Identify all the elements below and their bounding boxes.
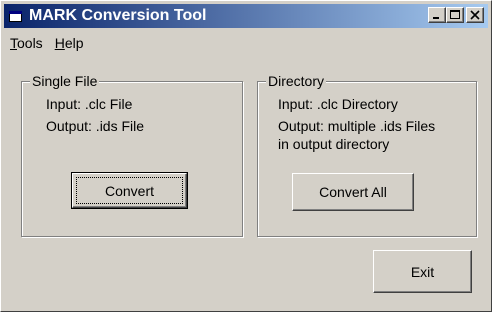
convert-all-button[interactable]: Convert All (292, 173, 414, 211)
exit-button[interactable]: Exit (373, 250, 472, 293)
directory-legend: Directory (266, 73, 327, 89)
menu-bar: Tools Help (4, 32, 90, 54)
directory-output-label-1: Output: multiple .ids Files (278, 118, 436, 134)
maximize-button[interactable] (446, 7, 464, 23)
convert-all-button-label: Convert All (319, 184, 387, 200)
directory-input-label: Input: .clc Directory (278, 96, 398, 112)
close-button[interactable] (466, 7, 484, 23)
app-window: MARK Conversion Tool Tools Help Single F… (0, 0, 492, 312)
minimize-button[interactable] (428, 7, 446, 23)
title-bar[interactable]: MARK Conversion Tool (4, 4, 488, 28)
menu-tools[interactable]: Tools (4, 35, 49, 51)
single-file-legend: Single File (30, 73, 100, 89)
menu-help[interactable]: Help (49, 35, 90, 51)
directory-output-label-2: in output directory (278, 136, 390, 152)
window-title: MARK Conversion Tool (29, 7, 207, 24)
app-icon[interactable] (8, 8, 24, 24)
focus-rect (76, 177, 183, 204)
minimize-icon (433, 17, 439, 19)
exit-button-label: Exit (410, 263, 435, 280)
convert-button[interactable]: Convert (71, 172, 188, 209)
single-output-label: Output: .ids File (46, 118, 145, 134)
single-input-label: Input: .clc File (46, 96, 133, 112)
close-icon (470, 10, 480, 20)
maximize-icon (450, 10, 460, 19)
single-file-group: Single File Input: .clc File Output: .id… (21, 73, 243, 237)
directory-group: Directory Input: .clc Directory Output: … (257, 73, 477, 237)
